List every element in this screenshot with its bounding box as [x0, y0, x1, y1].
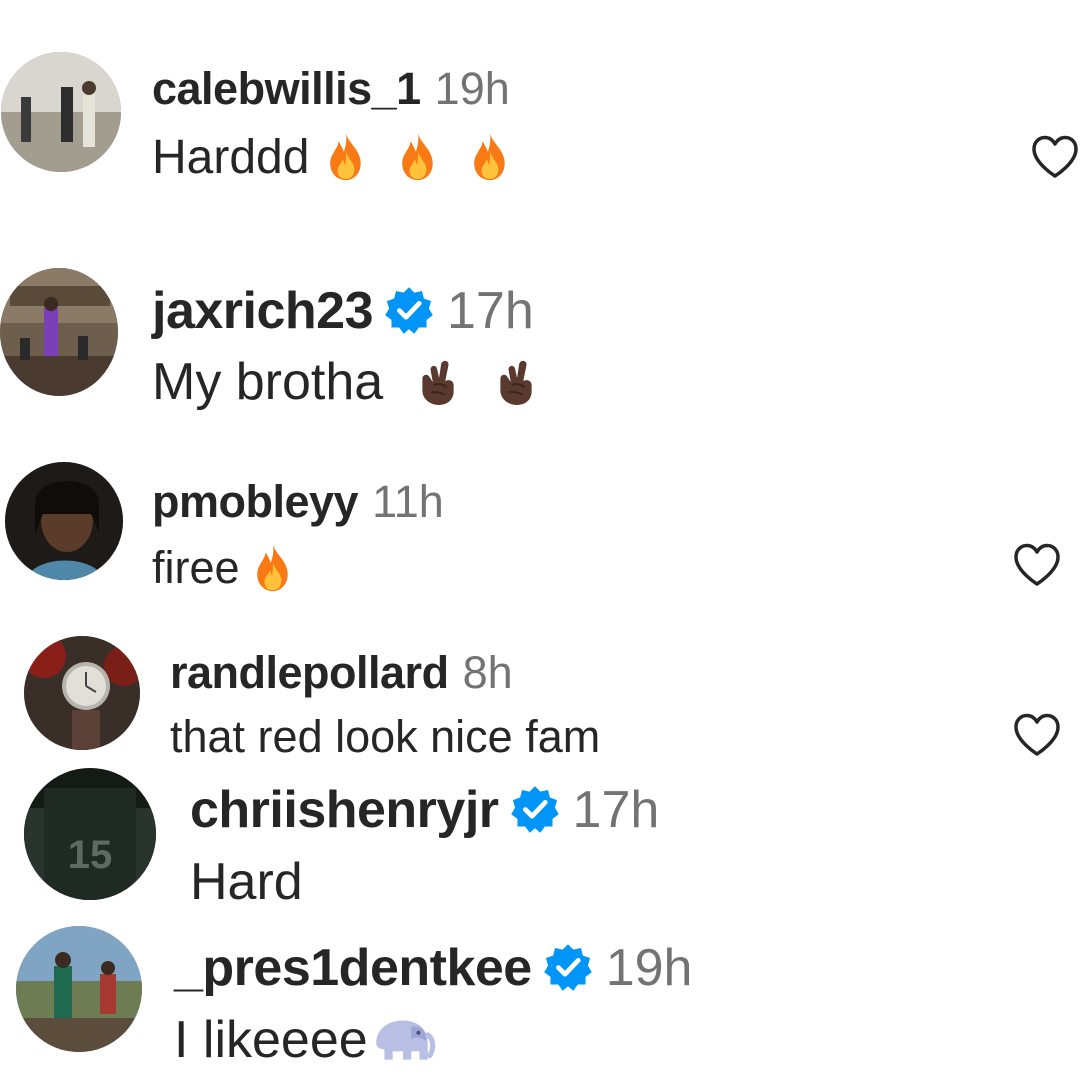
timestamp: 8h	[462, 647, 513, 698]
comment-text: I likeeee	[174, 1011, 368, 1069]
comment-text: Harddd	[152, 131, 310, 184]
username-link[interactable]: pmobleyy	[152, 476, 359, 527]
timestamp: 19h	[605, 939, 693, 997]
like-heart-icon[interactable]	[1030, 134, 1080, 180]
elephant-emoji	[370, 1014, 436, 1064]
fire-emoji	[325, 130, 367, 182]
avatar-photo	[16, 926, 142, 1052]
like-heart-icon[interactable]	[1012, 712, 1062, 758]
avatar-photo	[1, 52, 121, 172]
avatar-photo	[5, 462, 123, 580]
timestamp: 11h	[372, 476, 444, 527]
timestamp: 19h	[434, 63, 510, 114]
timestamp: 17h	[572, 781, 660, 839]
username-link[interactable]: _pres1dentkee	[174, 939, 532, 997]
comment-text-row: I likeeee	[174, 1014, 436, 1068]
comment-text-row: that red look nice fam	[170, 714, 600, 759]
fire-emoji	[252, 541, 294, 593]
avatar[interactable]: 15	[24, 768, 156, 900]
avatar-photo: 15	[24, 768, 156, 900]
comment-text-row: My brotha	[152, 356, 541, 411]
comment-text: My brotha	[152, 353, 384, 411]
fire-emoji	[397, 130, 439, 182]
avatar[interactable]	[1, 52, 121, 172]
verified-badge-icon	[544, 943, 592, 991]
like-heart-icon[interactable]	[1012, 542, 1062, 588]
comment-text-row: Hard	[190, 856, 303, 908]
comment-text: Hard	[190, 853, 303, 911]
username-link[interactable]: calebwillis_1	[152, 63, 421, 114]
comment-header: pmobleyy 11h	[152, 479, 444, 524]
comment-header: _pres1dentkee 19h	[174, 942, 692, 995]
verified-badge-icon	[511, 785, 559, 833]
avatar-photo	[24, 636, 140, 750]
comment-text-row: firee	[152, 545, 294, 597]
comment-text: that red look nice fam	[170, 711, 601, 762]
username-link[interactable]: randlepollard	[170, 647, 449, 698]
avatar[interactable]	[5, 462, 123, 580]
avatar-photo	[0, 268, 118, 396]
comment-header: calebwillis_1 19h	[152, 66, 510, 111]
timestamp: 17h	[447, 282, 534, 340]
username-link[interactable]: chriishenryjr	[190, 781, 499, 839]
comment-header: randlepollard 8h	[170, 650, 513, 695]
comment-header: chriishenryjr 17h	[190, 784, 659, 837]
avatar[interactable]	[16, 926, 142, 1052]
comment-text: firee	[152, 542, 240, 593]
fire-emoji	[469, 130, 511, 182]
crossed-fingers-emoji	[491, 355, 541, 407]
username-link[interactable]: jaxrich23	[152, 282, 374, 340]
avatar[interactable]	[0, 268, 118, 396]
comment-header: jaxrich23 17h	[152, 285, 534, 338]
avatar[interactable]	[24, 636, 140, 750]
comment-text-row: Harddd	[152, 134, 511, 186]
crossed-fingers-emoji	[413, 355, 463, 407]
verified-badge-icon	[385, 286, 433, 334]
svg-text:15: 15	[68, 833, 113, 877]
